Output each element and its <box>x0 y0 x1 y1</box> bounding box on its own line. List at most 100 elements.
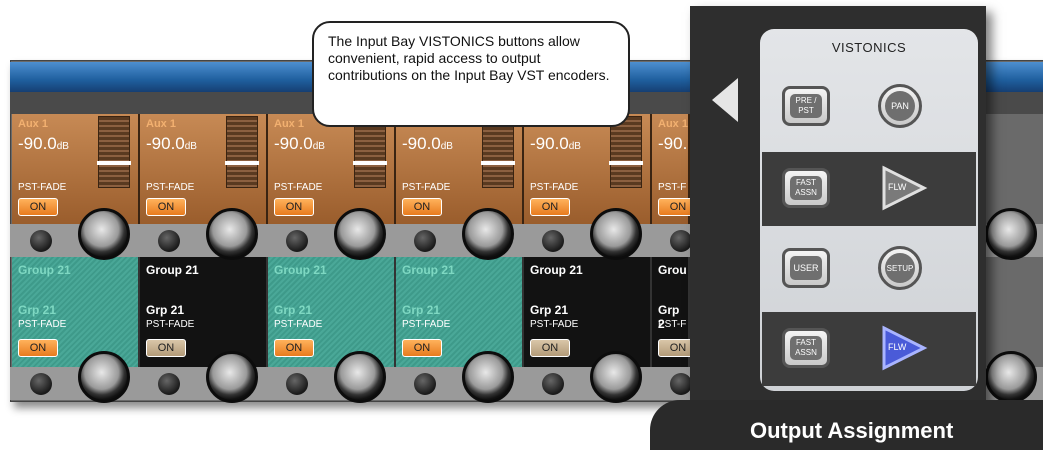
on-button[interactable]: ON <box>402 198 442 216</box>
user-label: USER <box>790 256 822 280</box>
aux-title: Aux 1 <box>658 118 688 130</box>
panel-title: VISTONICS <box>831 40 907 55</box>
aux-level: -90.0dB <box>530 134 581 153</box>
group-title: Group 21 <box>402 263 455 277</box>
aux-strip: Aux 1 -90.0dB PST-FADE ON <box>12 114 140 224</box>
vst-encoder-knob[interactable] <box>590 351 642 403</box>
aux-strip: Aux 1 -90.0dB PST-FADE ON <box>140 114 268 224</box>
vst-encoder-knob[interactable] <box>334 351 386 403</box>
on-button[interactable]: ON <box>530 339 570 357</box>
group-strip: Grou Grp 2 PST-F ON <box>652 257 698 367</box>
group-strip: Group 21 Grp 21 PST-FADE ON <box>524 257 652 367</box>
group-mode: PST-FADE <box>146 319 195 330</box>
level-meter[interactable] <box>609 116 643 188</box>
select-button[interactable] <box>286 230 308 252</box>
left-arrow-icon <box>712 78 738 122</box>
vst-encoder-knob[interactable] <box>206 208 258 260</box>
setup-label: SETUP <box>885 253 915 283</box>
vst-encoder-knob[interactable] <box>985 351 1037 403</box>
on-button[interactable]: ON <box>146 339 186 357</box>
aux-mode: PST-FADE <box>146 182 195 193</box>
aux-strip: -90.0dB PST-FADE ON <box>524 114 652 224</box>
callout-box: The Input Bay VISTONICS buttons allow co… <box>312 21 630 127</box>
select-button[interactable] <box>414 373 436 395</box>
setup-button[interactable]: SETUP <box>878 246 922 290</box>
vst-encoder-knob[interactable] <box>78 208 130 260</box>
aux-level: -90.0dB <box>18 134 69 153</box>
vst-encoder-knob[interactable] <box>206 351 258 403</box>
fast-assn-button-1[interactable]: FAST ASSN <box>782 168 830 208</box>
group-strip: Group 21 Grp 21 PST-FADE ON <box>268 257 396 367</box>
group-title: Group 21 <box>146 263 199 277</box>
level-meter[interactable] <box>225 116 259 188</box>
aux-mode: PST-F <box>658 182 687 193</box>
aux-level: -90.0dB <box>402 134 453 153</box>
select-button[interactable] <box>670 230 692 252</box>
on-button[interactable]: ON <box>530 198 570 216</box>
user-button[interactable]: USER <box>782 248 830 288</box>
aux-level: -90. <box>658 134 688 153</box>
on-button[interactable]: ON <box>18 198 58 216</box>
group-strip: Group 21 Grp 21 PST-FADE ON <box>140 257 268 367</box>
flw-label-1: FLW <box>888 182 907 192</box>
on-button[interactable]: ON <box>402 339 442 357</box>
group-mode: PST-FADE <box>18 319 67 330</box>
select-button[interactable] <box>30 230 52 252</box>
fast-assn-label-1: FAST ASSN <box>790 176 822 200</box>
pre-pst-label: PRE / PST <box>790 94 822 118</box>
select-button[interactable] <box>414 230 436 252</box>
group-short-name: Grp 21 <box>146 303 185 317</box>
pre-pst-button[interactable]: PRE / PST <box>782 86 830 126</box>
aux-mode: PST-FADE <box>18 182 67 193</box>
level-meter[interactable] <box>97 116 131 188</box>
on-button[interactable]: ON <box>274 198 314 216</box>
aux-mode: PST-FADE <box>530 182 579 193</box>
aux-strip: Aux 1 -90.0dB PST-FADE ON <box>268 114 396 224</box>
vst-encoder-knob[interactable] <box>590 208 642 260</box>
flw-label-2: FLW <box>888 342 907 352</box>
on-button[interactable]: ON <box>274 339 314 357</box>
group-mode: PST-FADE <box>274 319 323 330</box>
vst-encoder-knob[interactable] <box>334 208 386 260</box>
fast-assn-label-2: FAST ASSN <box>790 336 822 360</box>
group-mode: PST-FADE <box>530 319 579 330</box>
vst-encoder-knob[interactable] <box>985 208 1037 260</box>
group-short-name: Grp 21 <box>402 303 441 317</box>
vst-encoder-knob[interactable] <box>462 351 514 403</box>
select-button[interactable] <box>158 230 180 252</box>
group-title: Group 21 <box>18 263 71 277</box>
select-button[interactable] <box>542 373 564 395</box>
pan-label: PAN <box>885 91 915 121</box>
select-button[interactable] <box>542 230 564 252</box>
select-button[interactable] <box>286 373 308 395</box>
flw-button-2[interactable]: FLW <box>876 324 928 372</box>
group-title: Group 21 <box>530 263 583 277</box>
aux-level: -90.0dB <box>274 134 325 153</box>
group-title: Group 21 <box>274 263 327 277</box>
on-button[interactable]: ON <box>18 339 58 357</box>
group-strip: Group 21 Grp 21 PST-FADE ON <box>396 257 524 367</box>
group-short-name: Grp 21 <box>18 303 57 317</box>
group-strip: Group 21 Grp 21 PST-FADE ON <box>12 257 140 367</box>
aux-mode: PST-FADE <box>402 182 451 193</box>
aux-strip: Aux 1 -90. PST-F ON <box>652 114 698 224</box>
select-button[interactable] <box>30 373 52 395</box>
fast-assn-button-2[interactable]: FAST ASSN <box>782 328 830 368</box>
banner-title: Output Assignment <box>750 418 954 443</box>
group-mode: PST-FADE <box>402 319 451 330</box>
vst-encoder-knob[interactable] <box>462 208 514 260</box>
flw-button-1[interactable]: FLW <box>876 164 928 212</box>
select-button[interactable] <box>670 373 692 395</box>
aux-title: Aux 1 <box>274 118 304 130</box>
aux-strip: -90.0dB PST-FADE ON <box>396 114 524 224</box>
aux-level: -90.0dB <box>146 134 197 153</box>
group-title: Grou <box>658 263 687 277</box>
group-short-name: Grp 21 <box>530 303 569 317</box>
vst-encoder-knob[interactable] <box>78 351 130 403</box>
aux-title: Aux 1 <box>146 118 176 130</box>
on-button[interactable]: ON <box>146 198 186 216</box>
select-button[interactable] <box>158 373 180 395</box>
group-short-name: Grp 21 <box>274 303 313 317</box>
pan-button[interactable]: PAN <box>878 84 922 128</box>
aux-title: Aux 1 <box>18 118 48 130</box>
